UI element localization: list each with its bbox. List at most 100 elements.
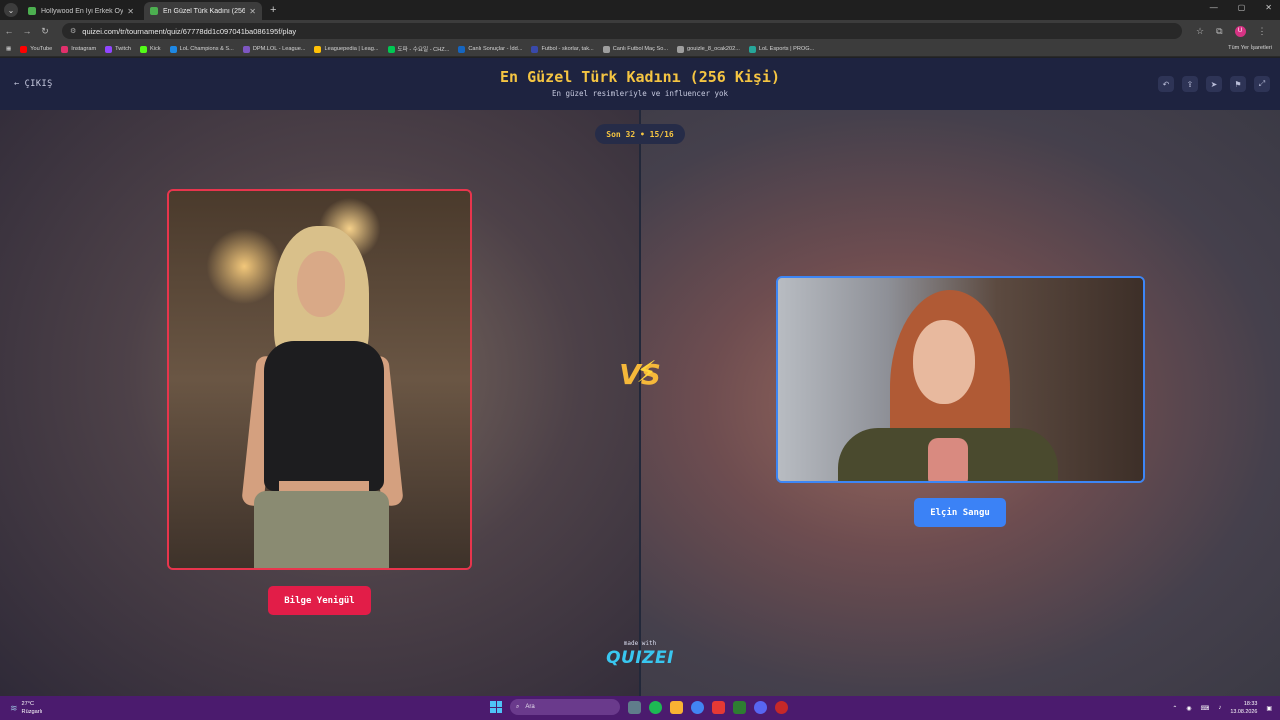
profile-avatar[interactable]: U — [1234, 25, 1246, 37]
globe-icon — [677, 45, 685, 53]
clock[interactable]: 18:33 13.08.2026 — [1230, 700, 1257, 716]
flag-icon[interactable]: ⚑ — [1230, 76, 1246, 92]
tab-hollywood[interactable]: Hollywood En İyi Erkek Oyuncu ✕ — [22, 2, 140, 20]
tab-title: En Güzel Türk Kadını (256 Kişi) — [163, 7, 246, 15]
wind-icon: ≋ — [10, 703, 18, 713]
bookmarks-bar: ▦ YouTube Instagram Twitch Kick LoL Cham… — [0, 42, 1280, 57]
share-icon[interactable]: ⇪ — [1182, 76, 1198, 92]
bookmark-instagram[interactable]: Instagram — [61, 45, 96, 53]
bookmark-futbol[interactable]: Futbol - skorlar, tak... — [531, 45, 594, 53]
url-text: quizei.com/tr/tournament/quiz/67778dd1c0… — [82, 26, 297, 36]
system-tray: ⌃ ◉ ⌨ ♪ 18:33 13.08.2026 ▣ — [1172, 700, 1272, 716]
bookmark-dpm[interactable]: DPM.LOL - League... — [242, 45, 305, 53]
bookmark-kick[interactable]: Kick — [140, 45, 161, 53]
tray-app-icon[interactable]: ◉ — [1186, 705, 1191, 712]
apps-icon[interactable]: ▦ — [6, 46, 11, 52]
quiz-header: ← ÇIKIŞ En Güzel Türk Kadını (256 Kişi) … — [0, 58, 1280, 110]
center-divider — [639, 110, 641, 696]
maximize-button[interactable]: ▢ — [1238, 3, 1246, 12]
tab-close-icon[interactable]: ✕ — [127, 7, 134, 16]
tab-favicon — [28, 7, 36, 15]
face-shape — [913, 320, 975, 404]
tab-search-button[interactable]: ⌄ — [4, 3, 18, 17]
weather-text: Rüzgarlı — [21, 709, 43, 715]
chevron-up-icon[interactable]: ⌃ — [1172, 705, 1177, 712]
back-button[interactable]: ← — [0, 26, 18, 36]
bookmark-canli-sonuclar[interactable]: Canlı Sonuçlar - İdd... — [458, 45, 522, 53]
contestant-card-left[interactable] — [167, 189, 472, 570]
face-shape — [297, 251, 345, 317]
send-icon[interactable]: ➤ — [1206, 76, 1222, 92]
sweater-shape — [928, 438, 968, 481]
contestant-card-right[interactable] — [776, 276, 1145, 483]
network-icon[interactable]: ⌨ — [1201, 705, 1210, 712]
youtube-icon — [20, 45, 28, 53]
date: 13.08.2026 — [1230, 709, 1258, 715]
bookmark-canli-futbol[interactable]: Canlı Futbol Maç So... — [602, 45, 668, 53]
bookmark-youtube[interactable]: YouTube — [20, 45, 52, 53]
address-bar-row: ← → ↻ ⚙ quizei.com/tr/tournament/quiz/67… — [0, 20, 1280, 42]
notifications-icon[interactable]: ▣ — [1266, 705, 1272, 712]
globe-icon — [602, 45, 610, 53]
quiz-page: ← ÇIKIŞ En Güzel Türk Kadını (256 Kişi) … — [0, 58, 1280, 696]
bookmark-twitch[interactable]: Twitch — [105, 45, 131, 53]
undo-icon[interactable]: ↶ — [1158, 76, 1174, 92]
bookmark-gouizle[interactable]: gouizle_8_ocak202... — [677, 45, 740, 53]
contestant-name-left-button[interactable]: Bilge Yenigül — [268, 586, 371, 615]
extensions-icon[interactable]: ⧉ — [1216, 26, 1222, 37]
pants-shape — [254, 491, 389, 568]
round-indicator: Son 32 • 15/16 — [595, 124, 685, 144]
made-with-label: made with — [623, 640, 657, 647]
browser-tab-bar: ⌄ Hollywood En İyi Erkek Oyuncu ✕ En Güz… — [0, 0, 1280, 20]
tank-top-shape — [264, 341, 384, 491]
time: 18:33 — [1243, 701, 1258, 707]
app-icon-red[interactable] — [712, 700, 725, 714]
forward-button[interactable]: → — [18, 26, 36, 36]
url-field[interactable]: ⚙ quizei.com/tr/tournament/quiz/67778dd1… — [62, 23, 1182, 39]
chzzk-icon — [387, 45, 395, 53]
app-icon-circle[interactable] — [775, 700, 788, 714]
vs-badge: VS ⚡ — [616, 354, 664, 396]
task-view-icon[interactable] — [628, 700, 641, 714]
tab-quiz-active[interactable]: En Güzel Türk Kadını (256 Kişi) ✕ — [144, 2, 262, 20]
spotify-icon[interactable] — [649, 700, 662, 714]
mackolik-icon — [458, 45, 466, 53]
window-controls: — ▢ ✕ — [1210, 3, 1272, 12]
bookmark-lol-champions[interactable]: LoL Champions & S... — [169, 45, 234, 53]
speaker-icon[interactable]: ♪ — [1218, 705, 1221, 711]
kick-icon — [140, 45, 148, 53]
bookmark-star-icon[interactable]: ☆ — [1196, 26, 1204, 37]
browser-menu-icon[interactable]: ⋮ — [1258, 26, 1267, 37]
quiz-subtitle: En güzel resimleriyle ve influencer yok — [551, 89, 729, 98]
lightning-icon: ⚡ — [636, 355, 658, 390]
bookmark-chzzk[interactable]: 도파 - 수요일 - CHZ... — [387, 45, 449, 53]
lol-esports-icon — [748, 45, 756, 53]
chrome-icon[interactable] — [691, 700, 704, 714]
bookmark-lol-esports[interactable]: LoL Esports | PROG... — [748, 45, 814, 53]
tab-close-icon[interactable]: ✕ — [249, 7, 256, 16]
twitch-icon — [105, 45, 113, 53]
temperature: 27°C — [21, 701, 35, 707]
app-icon-green[interactable] — [733, 700, 746, 714]
bookmark-leaguepedia[interactable]: Leaguepedia | Leag... — [314, 45, 379, 53]
taskbar-search[interactable]: ⌕ Ara — [510, 699, 620, 715]
minimize-button[interactable]: — — [1210, 3, 1218, 12]
tab-title: Hollywood En İyi Erkek Oyuncu — [41, 7, 124, 15]
contestant-name-right-button[interactable]: Elçin Sangu — [914, 498, 1006, 527]
tab-favicon — [150, 7, 158, 15]
fullscreen-icon[interactable]: ⤢ — [1254, 76, 1270, 92]
weather-widget[interactable]: ≋ 27°C Rüzgarlı — [10, 700, 42, 716]
close-window-button[interactable]: ✕ — [1265, 3, 1272, 12]
discord-icon[interactable] — [754, 700, 767, 714]
leaguepedia-icon — [314, 45, 322, 53]
quizei-logo[interactable]: QUIZEI — [600, 648, 680, 668]
reload-button[interactable]: ↻ — [36, 26, 54, 37]
taskbar: ≋ 27°C Rüzgarlı ⌕ Ara ⌃ ◉ ⌨ ♪ 18:33 13.0… — [0, 696, 1280, 720]
all-bookmarks[interactable]: Tüm Yer İşaretleri — [1228, 45, 1272, 51]
new-tab-button[interactable]: + — [270, 4, 276, 16]
file-explorer-icon[interactable] — [670, 700, 683, 714]
quiz-title: En Güzel Türk Kadını (256 Kişi) — [500, 68, 780, 86]
windows-start-icon[interactable] — [490, 701, 502, 713]
site-info-icon[interactable]: ⚙ — [70, 27, 76, 35]
search-icon: ⌕ — [516, 703, 520, 710]
